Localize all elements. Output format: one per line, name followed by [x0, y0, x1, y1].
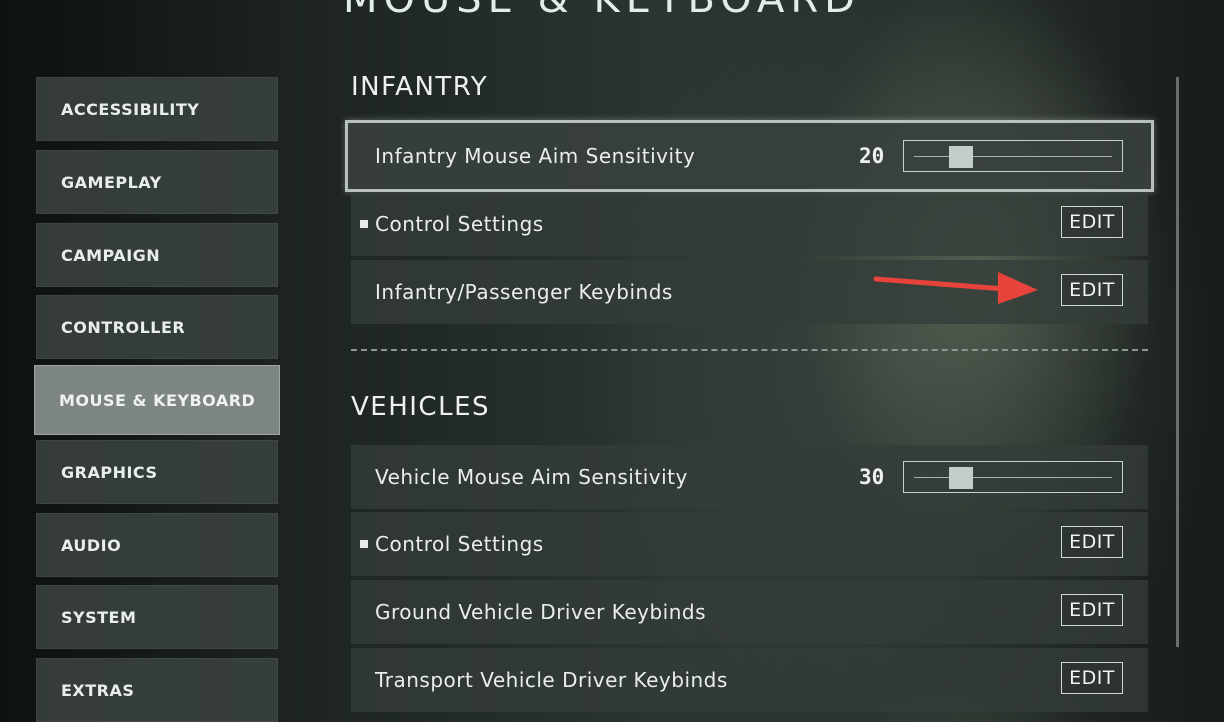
page-title: MOUSE & KEYBOARD [343, 0, 861, 22]
bullet-marker [360, 540, 368, 548]
sidebar-item-system[interactable]: SYSTEM [36, 585, 278, 649]
sidebar-item-gameplay[interactable]: GAMEPLAY [36, 150, 278, 214]
setting-label: Infantry/Passenger Keybinds [375, 280, 673, 304]
setting-label: Infantry Mouse Aim Sensitivity [375, 144, 696, 168]
section-divider [351, 349, 1148, 351]
vehicle-aim-sensitivity-row[interactable]: Vehicle Mouse Aim Sensitivity 30 [351, 445, 1148, 509]
scrollbar[interactable] [1176, 77, 1179, 647]
slider-track [914, 477, 1112, 478]
sidebar-item-graphics[interactable]: GRAPHICS [36, 440, 278, 504]
infantry-control-settings-edit-button[interactable]: EDIT [1061, 206, 1123, 238]
ground-vehicle-keybinds-edit-button[interactable]: EDIT [1061, 594, 1123, 626]
sidebar-item-accessibility[interactable]: ACCESSIBILITY [36, 77, 278, 141]
bullet-marker [360, 220, 368, 228]
slider-thumb[interactable] [949, 467, 974, 489]
sidebar-item-controller[interactable]: CONTROLLER [36, 295, 278, 359]
infantry-aim-sensitivity-row[interactable]: Infantry Mouse Aim Sensitivity 20 [345, 120, 1154, 192]
vehicle-control-settings-row[interactable]: Control Settings EDIT [351, 512, 1148, 576]
setting-label: Transport Vehicle Driver Keybinds [375, 668, 728, 692]
ground-vehicle-keybinds-row[interactable]: Ground Vehicle Driver Keybinds EDIT [351, 580, 1148, 644]
setting-label: Vehicle Mouse Aim Sensitivity [375, 465, 688, 489]
vehicle-control-settings-edit-button[interactable]: EDIT [1061, 526, 1123, 558]
vehicle-sensitivity-slider[interactable] [903, 461, 1123, 493]
slider-thumb[interactable] [949, 146, 974, 168]
infantry-keybinds-edit-button[interactable]: EDIT [1061, 274, 1123, 306]
sidebar-item-mouse-keyboard[interactable]: MOUSE & KEYBOARD [34, 365, 280, 435]
transport-vehicle-keybinds-row[interactable]: Transport Vehicle Driver Keybinds EDIT [351, 648, 1148, 712]
setting-label: Ground Vehicle Driver Keybinds [375, 600, 707, 624]
sidebar-item-audio[interactable]: AUDIO [36, 513, 278, 577]
sensitivity-value: 20 [859, 144, 885, 168]
section-title-vehicles: VEHICLES [351, 392, 491, 422]
sidebar-item-extras[interactable]: EXTRAS [36, 658, 278, 722]
infantry-control-settings-row[interactable]: Control Settings EDIT [351, 192, 1148, 256]
infantry-sensitivity-slider[interactable] [903, 140, 1123, 172]
section-title-infantry: INFANTRY [351, 72, 489, 102]
transport-vehicle-keybinds-edit-button[interactable]: EDIT [1061, 662, 1123, 694]
slider-track [914, 156, 1112, 157]
setting-label: Control Settings [375, 212, 544, 236]
setting-label: Control Settings [375, 532, 544, 556]
sensitivity-value: 30 [859, 465, 885, 489]
red-arrow-annotation [873, 272, 1038, 304]
sidebar-item-campaign[interactable]: CAMPAIGN [36, 223, 278, 287]
